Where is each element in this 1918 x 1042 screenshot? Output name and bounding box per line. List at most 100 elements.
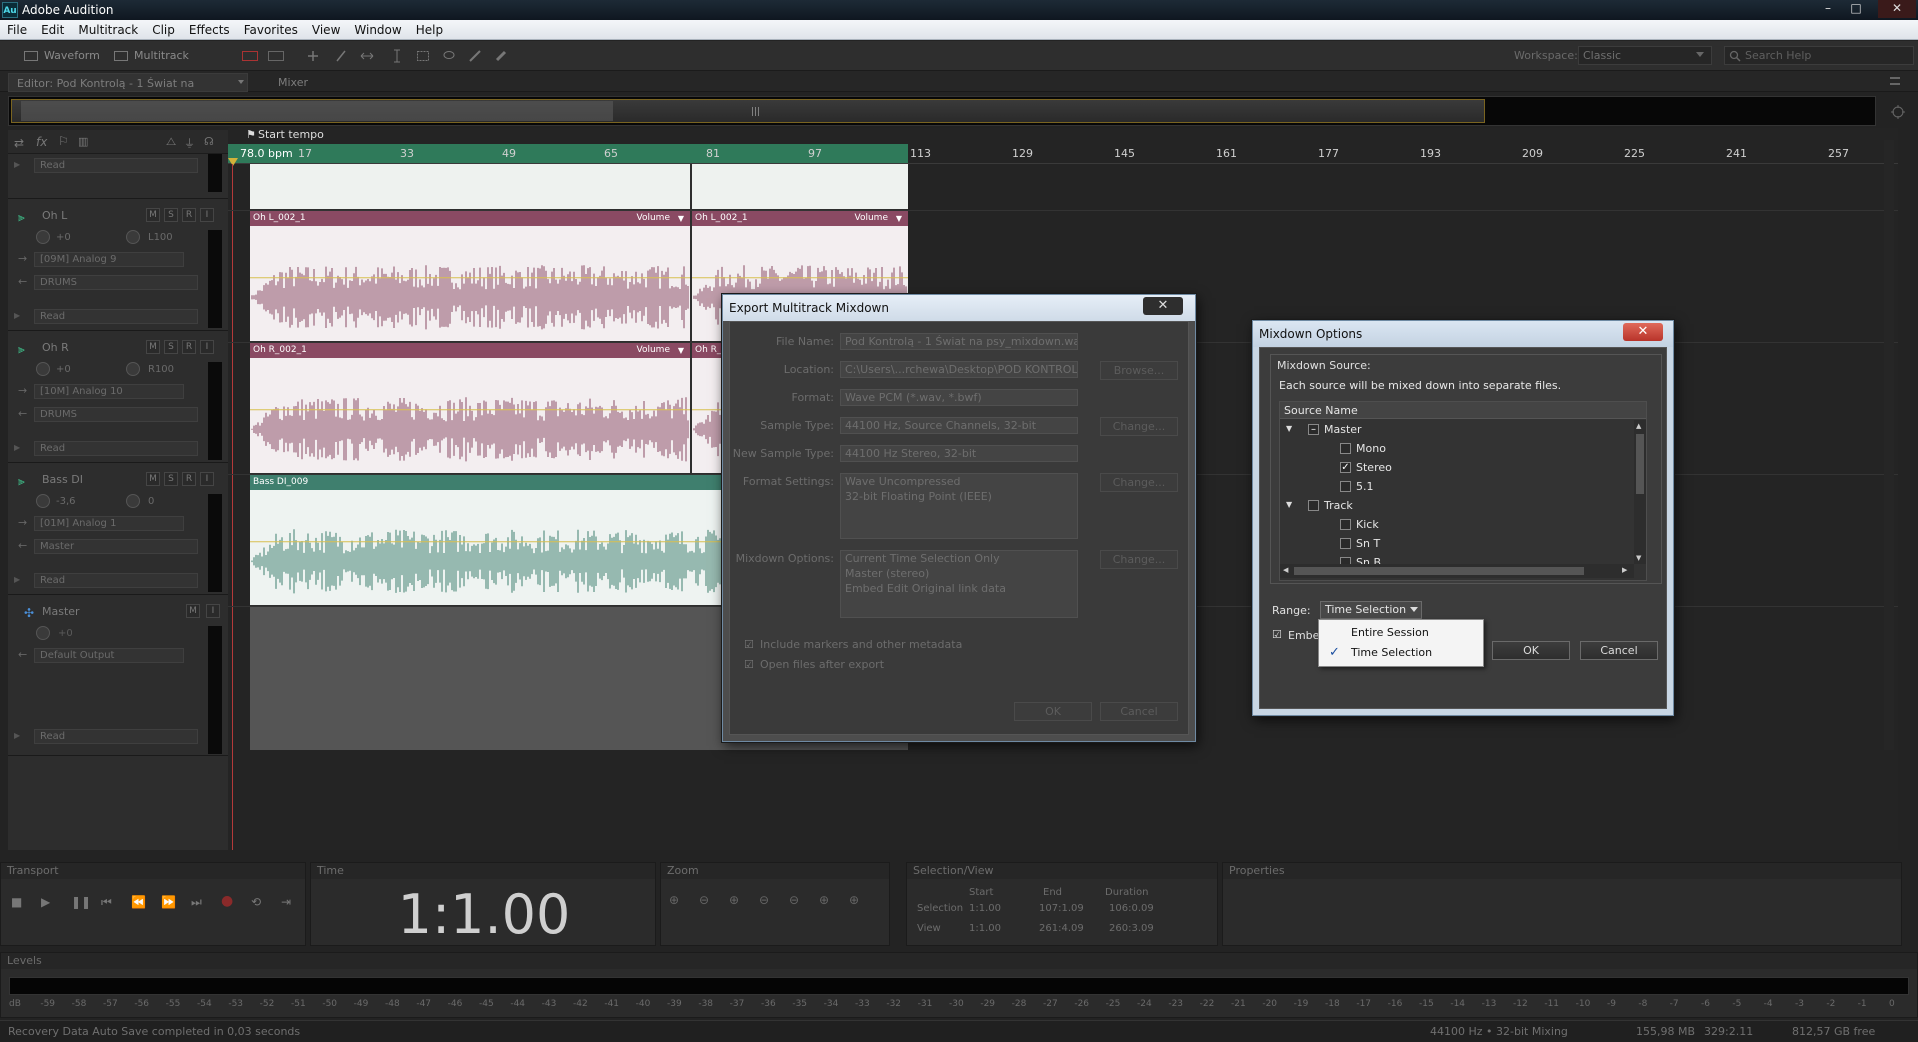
scroll-up-icon[interactable]: ▲ xyxy=(1636,422,1641,430)
skip-icon[interactable]: ⇥ xyxy=(281,895,291,909)
volume-knob[interactable] xyxy=(36,230,50,244)
menu-help[interactable]: Help xyxy=(409,20,450,40)
pan-value[interactable]: L100 xyxy=(148,232,173,243)
input-monitor-button[interactable]: I xyxy=(200,208,214,222)
scroll-thumb[interactable] xyxy=(1294,567,1584,575)
input-select[interactable]: [09M] Analog 9 xyxy=(34,252,184,267)
zoom-out-amplitude-icon[interactable]: ⊖ xyxy=(699,893,709,907)
pan-value[interactable]: 0 xyxy=(148,496,154,507)
volume-knob[interactable] xyxy=(36,362,50,376)
range-chevron-down-icon[interactable] xyxy=(1410,607,1418,612)
go-to-end-icon[interactable]: ⏭ xyxy=(191,895,202,910)
tree-checkbox[interactable] xyxy=(1340,519,1351,530)
track-name[interactable]: Oh R xyxy=(42,341,69,354)
scroll-right-icon[interactable]: ▶ xyxy=(1622,566,1627,574)
browse-button[interactable]: Browse... xyxy=(1100,361,1178,380)
volume-knob[interactable] xyxy=(36,626,50,640)
pan-knob[interactable] xyxy=(126,362,140,376)
record-arm-button[interactable]: R xyxy=(182,340,196,354)
menu-effects[interactable]: Effects xyxy=(182,20,237,40)
input-monitor-button[interactable]: I xyxy=(200,472,214,486)
input-monitor-button[interactable]: I xyxy=(200,340,214,354)
volume-value[interactable]: +0 xyxy=(58,628,73,639)
brush-tool-icon[interactable] xyxy=(468,49,482,63)
clip-envelope-select[interactable]: Volume xyxy=(855,211,888,226)
zoom-out-full-icon[interactable]: ⊖ xyxy=(789,893,799,907)
waveform-button[interactable]: Waveform xyxy=(44,46,100,66)
headphones-icon[interactable]: ☊ xyxy=(204,135,214,148)
mixdown-ok-button[interactable]: OK xyxy=(1492,641,1570,660)
range-option-entire-session[interactable]: Entire Session xyxy=(1319,624,1483,644)
pause-icon[interactable]: ❚❚ xyxy=(71,895,91,909)
record-icon[interactable]: ● xyxy=(221,893,233,909)
change-sample-type-button[interactable]: Change... xyxy=(1100,417,1178,436)
time-ruler[interactable]: 78.0 bpm 17 33 49 65 81 97 113 129 145 161 177 193 2… xyxy=(228,144,1898,164)
lasso-tool-icon[interactable] xyxy=(442,49,456,63)
input-monitor-button[interactable]: I xyxy=(206,604,220,618)
volume-value[interactable]: +0 xyxy=(56,364,71,375)
dialog-close-button[interactable]: ✕ xyxy=(1143,297,1183,315)
view-duration[interactable]: 260:3.09 xyxy=(1109,923,1154,934)
close-button[interactable]: ✕ xyxy=(1878,0,1916,18)
track-header-master[interactable]: ✣ Master M I +0 ← Default Output ▶ Read xyxy=(8,596,228,756)
playhead-handle[interactable] xyxy=(228,158,238,166)
metronome-icon[interactable]: ⧍ xyxy=(166,135,176,149)
menu-clip[interactable]: Clip xyxy=(145,20,182,40)
source-tree-row[interactable]: ✓ Stereo xyxy=(1280,459,1632,477)
range-select[interactable]: Time Selection xyxy=(1320,601,1422,619)
expand-arrow-icon[interactable]: ▶ xyxy=(14,443,20,452)
track-name[interactable]: Oh L xyxy=(42,209,67,222)
menu-multitrack[interactable]: Multitrack xyxy=(71,20,145,40)
output-select[interactable]: DRUMS xyxy=(34,407,198,422)
source-name-column-header[interactable]: Source Name xyxy=(1280,402,1646,419)
view-end[interactable]: 261:4.09 xyxy=(1039,923,1084,934)
view-start[interactable]: 1:1.00 xyxy=(969,923,1001,934)
solo-button[interactable]: S xyxy=(164,472,178,486)
dialog-close-button[interactable]: ✕ xyxy=(1623,323,1663,341)
solo-button[interactable]: S xyxy=(164,208,178,222)
fast-forward-icon[interactable]: ⏩ xyxy=(161,895,176,909)
source-tree-vertical-scrollbar[interactable]: ▲ ▼ xyxy=(1634,420,1646,564)
expand-arrow-icon[interactable]: ▶ xyxy=(14,575,20,584)
maximize-button[interactable]: □ xyxy=(1842,0,1870,18)
zoom-in-point-icon[interactable]: ⊕ xyxy=(819,893,829,907)
zoom-to-selection-icon[interactable] xyxy=(1890,104,1906,120)
embed-checkbox[interactable]: ☑ xyxy=(1272,628,1282,641)
scroll-thumb[interactable] xyxy=(1636,434,1644,494)
menu-view[interactable]: View xyxy=(305,20,347,40)
clip-chevron-down-icon[interactable]: ▼ xyxy=(678,343,684,358)
output-select[interactable]: Default Output xyxy=(34,648,184,663)
output-select[interactable]: Master xyxy=(34,539,198,554)
scroll-left-icon[interactable]: ◀ xyxy=(1283,566,1288,574)
menu-edit[interactable]: Edit xyxy=(34,20,71,40)
effects-icon[interactable]: fx xyxy=(36,135,47,149)
clip-envelope-select[interactable]: Volume xyxy=(637,343,670,358)
time-selection-tool-icon[interactable] xyxy=(390,49,404,63)
slip-tool-icon[interactable] xyxy=(360,49,374,63)
stop-icon[interactable]: ■ xyxy=(11,895,22,909)
start-tempo-marker[interactable]: ⚑ Start tempo xyxy=(228,128,1898,141)
track-name[interactable]: Bass DI xyxy=(42,473,83,486)
tree-expand-icon[interactable]: ▼ xyxy=(1286,424,1292,433)
mute-button[interactable]: M xyxy=(146,208,160,222)
source-tree-horizontal-scrollbar[interactable]: ◀ ▶ xyxy=(1280,564,1634,578)
spectral-display-icon[interactable] xyxy=(242,51,258,61)
marquee-tool-icon[interactable] xyxy=(416,49,430,63)
output-select[interactable]: DRUMS xyxy=(34,275,198,290)
inputs-outputs-icon[interactable]: ⇄ xyxy=(14,136,24,150)
clip-track0-a[interactable] xyxy=(250,164,690,209)
source-tree[interactable]: Source Name ▼ – Master Mono ✓ Stereo 5.1 ▼ Track… xyxy=(1279,401,1647,581)
zoom-out-time-icon[interactable]: ⊖ xyxy=(759,893,769,907)
zoom-in-time-icon[interactable]: ⊕ xyxy=(729,893,739,907)
solo-button[interactable]: S xyxy=(164,340,178,354)
clip-chevron-down-icon[interactable]: ▼ xyxy=(896,211,902,226)
source-tree-row[interactable]: Mono xyxy=(1280,440,1632,458)
rewind-icon[interactable]: ⏪ xyxy=(131,895,146,909)
vertical-scrollbar[interactable] xyxy=(1884,140,1894,750)
tree-checkbox[interactable]: ✓ xyxy=(1340,462,1351,473)
automation-mode-select[interactable]: Read xyxy=(34,573,198,588)
clip-chevron-down-icon[interactable]: ▼ xyxy=(678,211,684,226)
eq-icon[interactable]: ▥ xyxy=(78,135,88,148)
volume-value[interactable]: -3,6 xyxy=(56,496,76,507)
record-arm-button[interactable]: R xyxy=(182,472,196,486)
